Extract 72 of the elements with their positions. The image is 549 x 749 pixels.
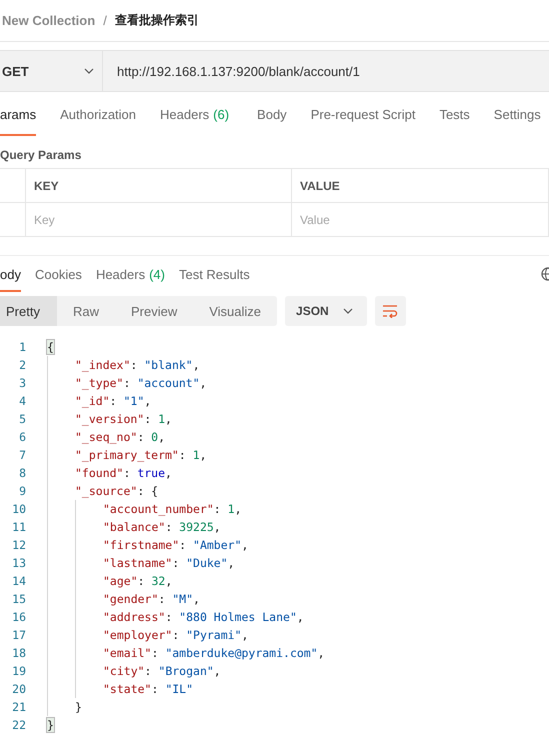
line-number: 10 <box>11 502 26 516</box>
code-line: "_index": "blank", <box>75 358 200 372</box>
line-number: 1 <box>18 340 26 354</box>
view-mode-tab[interactable]: Raw <box>56 296 115 326</box>
column-header: VALUE <box>292 169 549 202</box>
code-line: "found": true, <box>75 466 172 480</box>
section-title: Query Params <box>0 147 82 164</box>
line-number: 9 <box>18 484 26 498</box>
line-number: 18 <box>11 646 26 660</box>
view-mode-tab[interactable]: Preview <box>114 296 194 326</box>
code-line: "_id": "1", <box>75 394 152 408</box>
code-line: } <box>75 700 82 714</box>
response-tab[interactable]: Cookies <box>34 256 82 292</box>
request-tab[interactable]: arams <box>0 92 36 136</box>
wrap-button[interactable] <box>374 296 406 326</box>
code-line: "_source": { <box>75 484 158 498</box>
request-tab[interactable]: Pre-request Script <box>310 92 416 136</box>
line-number: 3 <box>18 376 26 390</box>
request-tab[interactable]: Headers (6) <box>160 92 230 136</box>
url-field[interactable]: http://192.168.1.137:9200/blank/account/1 <box>103 51 549 91</box>
code-line: "_type": "account", <box>75 376 207 390</box>
format-dropdown[interactable]: JSON <box>285 296 367 326</box>
code-line: "firstname": "Amber", <box>103 538 248 552</box>
line-number: 11 <box>11 520 26 534</box>
method-dropdown[interactable]: GET <box>0 51 103 91</box>
response-tab[interactable]: Test Results <box>178 256 250 292</box>
request-title: 查看批操作索引 <box>114 12 199 29</box>
line-number: 13 <box>11 556 26 570</box>
line-number: 21 <box>11 700 26 714</box>
code-line: "lastname": "Duke", <box>103 556 235 570</box>
response-tab[interactable]: ody <box>0 256 21 292</box>
code-line: "address": "880 Holmes Lane", <box>103 610 304 624</box>
request-tab[interactable]: Tests <box>439 92 470 136</box>
line-number: 4 <box>18 394 26 408</box>
line-number: 5 <box>18 412 26 426</box>
request-tab[interactable]: Authorization <box>60 92 136 136</box>
code-line: "_seq_no": 0, <box>75 430 166 444</box>
view-mode-tab[interactable]: Visualize <box>193 296 278 326</box>
line-number: 12 <box>11 538 26 552</box>
request-tab[interactable]: Settings <box>494 92 541 136</box>
wrap-lines-icon <box>382 304 398 318</box>
line-number: 17 <box>11 628 26 642</box>
tab-count: (6) <box>213 106 230 122</box>
code-line: "city": "Brogan", <box>103 664 221 678</box>
code-line: "employer": "Pyrami", <box>103 628 248 642</box>
response-tab[interactable]: Headers (4) <box>96 256 165 292</box>
code-line: "_primary_term": 1, <box>75 448 207 462</box>
line-number: 15 <box>11 592 26 606</box>
code-line: "_version": 1, <box>75 412 172 426</box>
line-number: 19 <box>11 664 26 678</box>
breadcrumb-separator: / <box>103 13 107 28</box>
line-number: 14 <box>11 574 26 588</box>
caret-icon <box>84 68 94 74</box>
line-number: 22 <box>11 718 26 732</box>
code-line: "balance": 39225, <box>103 520 221 534</box>
view-mode-tab[interactable]: Pretty <box>0 296 57 326</box>
line-number: 8 <box>18 466 26 480</box>
collection-link[interactable]: New Collection <box>2 13 96 28</box>
code-line: "email": "amberduke@pyrami.com", <box>103 646 325 660</box>
tab-count: (4) <box>149 266 165 282</box>
line-number: 7 <box>18 448 26 462</box>
line-number: 2 <box>18 358 26 372</box>
request-tab[interactable]: Body <box>257 92 287 136</box>
caret-icon <box>342 308 353 314</box>
column-header: KEY <box>26 169 292 202</box>
line-number: 16 <box>11 610 26 624</box>
line-number: 6 <box>18 430 26 444</box>
line-number: 20 <box>11 682 26 696</box>
code-line: "age": 32, <box>103 574 172 588</box>
code-line: "account_number": 1, <box>103 502 242 516</box>
code-line: "gender": "M", <box>103 592 200 606</box>
code-line: "state": "IL" <box>103 682 194 696</box>
